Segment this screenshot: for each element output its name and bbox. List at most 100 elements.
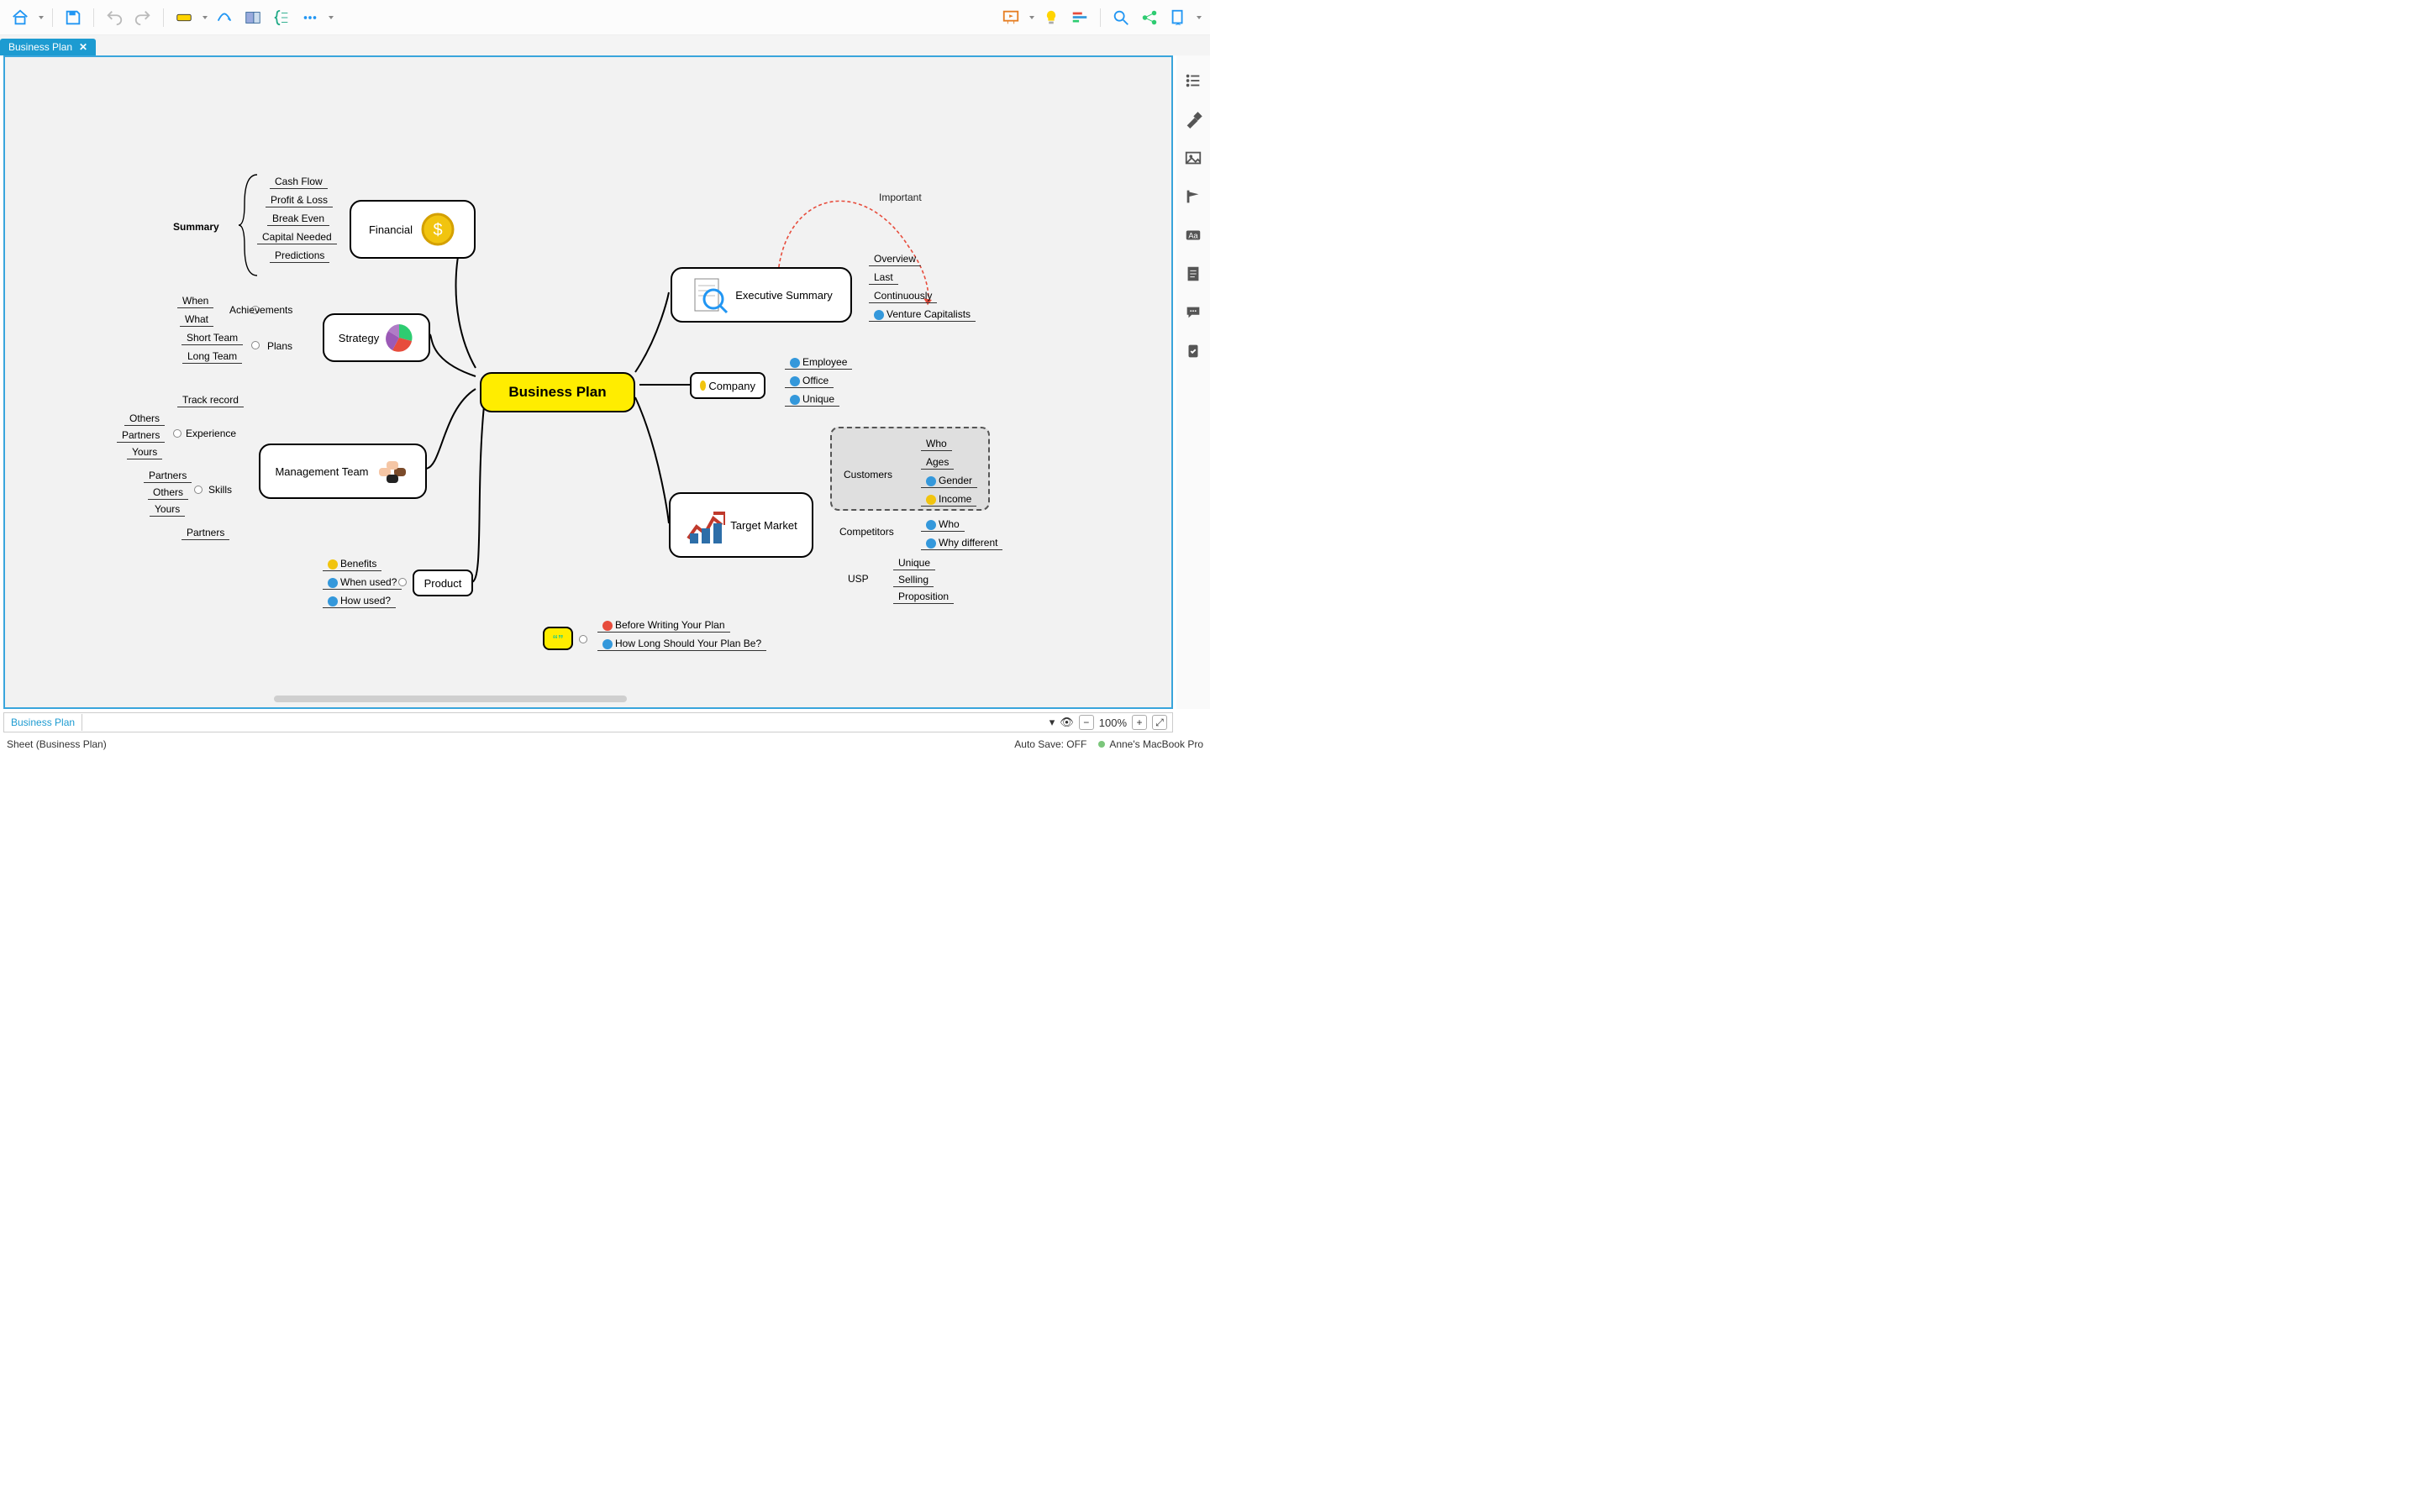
leaf[interactable]: Yours — [127, 445, 162, 459]
save-icon[interactable] — [61, 6, 85, 29]
leaf[interactable]: Track record — [177, 393, 244, 407]
group-experience[interactable]: Experience — [186, 428, 236, 439]
horizontal-scrollbar[interactable] — [274, 696, 627, 702]
export-icon[interactable] — [1166, 6, 1190, 29]
idea-icon[interactable] — [1039, 6, 1063, 29]
leaf[interactable]: How used? — [323, 594, 396, 608]
leaf[interactable]: Proposition — [893, 590, 954, 604]
tab-title: Business Plan — [8, 41, 72, 53]
leaf[interactable]: Employee — [785, 355, 852, 370]
sheet-tab[interactable]: Business Plan — [4, 714, 82, 731]
sync-status-icon — [1098, 741, 1105, 748]
zoom-in-button[interactable]: + — [1132, 715, 1147, 730]
leaf[interactable]: Income — [921, 492, 976, 507]
summary-brace-icon[interactable] — [270, 6, 293, 29]
leaf[interactable]: Ages — [921, 455, 954, 470]
document-tab-bar: Business Plan ✕ — [0, 35, 1210, 55]
leaf[interactable]: Selling — [893, 573, 934, 587]
zoom-level: 100% — [1099, 717, 1127, 729]
topic-target-market[interactable]: Target Market — [669, 492, 813, 558]
group-plans[interactable]: Plans — [267, 340, 292, 352]
sheet-bar: Business Plan ▾ 👁 − 100% + ⤢ — [3, 712, 1173, 732]
leaf[interactable]: Long Team — [182, 349, 242, 364]
close-icon[interactable]: ✕ — [79, 41, 87, 53]
leaf[interactable]: Others — [148, 486, 188, 500]
relationship-label[interactable]: Important — [879, 192, 922, 203]
topic-executive-summary[interactable]: Executive Summary — [671, 267, 852, 323]
leaf[interactable]: Partners — [144, 469, 192, 483]
leaf[interactable]: Benefits — [323, 557, 381, 571]
leaf[interactable]: Last — [869, 270, 898, 285]
home-icon[interactable] — [8, 6, 32, 29]
more-icon[interactable] — [298, 6, 322, 29]
leaf[interactable]: Gender — [921, 474, 977, 488]
image-icon[interactable] — [1183, 148, 1203, 168]
group-achievements[interactable]: Achievements — [229, 304, 292, 316]
leaf[interactable]: Capital Needed — [257, 230, 337, 244]
summary-label: Summary — [173, 221, 219, 233]
topic-strategy[interactable]: Strategy — [323, 313, 430, 362]
leaf[interactable]: When — [177, 294, 213, 308]
undo-icon[interactable] — [103, 6, 126, 29]
svg-text:Aa: Aa — [1188, 232, 1198, 240]
group-skills[interactable]: Skills — [208, 484, 232, 496]
topic-management[interactable]: Management Team — [259, 444, 427, 499]
leaf[interactable]: What — [180, 312, 213, 327]
leaf[interactable]: Short Team — [182, 331, 243, 345]
center-topic[interactable]: Business Plan — [480, 372, 635, 412]
zoom-out-button[interactable]: − — [1079, 715, 1094, 730]
redo-icon[interactable] — [131, 6, 155, 29]
comments-icon[interactable] — [1183, 302, 1203, 323]
leaf[interactable]: How Long Should Your Plan Be? — [597, 637, 766, 651]
group-customers[interactable]: Customers — [844, 469, 892, 480]
floating-topic[interactable]: “” — [543, 627, 573, 650]
filter-icon[interactable]: ▾ — [1050, 716, 1055, 729]
device-name: Anne's MacBook Pro — [1109, 738, 1203, 750]
fit-button[interactable]: ⤢ — [1152, 715, 1167, 730]
leaf[interactable]: Who — [921, 437, 952, 451]
canvas[interactable]: Business Plan Financial $ Cash Flow Prof… — [3, 55, 1173, 709]
autosave-status: Auto Save: OFF — [1014, 738, 1086, 750]
task-icon[interactable] — [1183, 341, 1203, 361]
notes-icon[interactable] — [1183, 264, 1203, 284]
boundary-icon[interactable] — [241, 6, 265, 29]
leaf[interactable]: Yours — [150, 502, 185, 517]
visibility-icon[interactable]: 👁 — [1060, 716, 1074, 729]
leaf[interactable]: Why different — [921, 536, 1002, 550]
document-tab[interactable]: Business Plan ✕ — [0, 39, 96, 55]
status-bar: Sheet (Business Plan) Auto Save: OFF Ann… — [3, 736, 1207, 753]
main-toolbar — [0, 0, 1210, 35]
topic-icon[interactable] — [172, 6, 196, 29]
topic-financial[interactable]: Financial $ — [350, 200, 476, 259]
leaf[interactable]: Overview — [869, 252, 921, 266]
relationship-icon[interactable] — [213, 6, 236, 29]
presentation-icon[interactable] — [999, 6, 1023, 29]
leaf[interactable]: Others — [124, 412, 165, 426]
leaf[interactable]: Partners — [117, 428, 165, 443]
leaf[interactable]: Predictions — [270, 249, 329, 263]
topic-company[interactable]: Company — [690, 372, 765, 399]
leaf[interactable]: Cash Flow — [270, 175, 328, 189]
gantt-icon[interactable] — [1068, 6, 1092, 29]
leaf[interactable]: Who — [921, 517, 965, 532]
leaf[interactable]: Office — [785, 374, 834, 388]
format-icon[interactable] — [1183, 109, 1203, 129]
leaf[interactable]: Profit & Loss — [266, 193, 333, 207]
leaf[interactable]: Break Even — [267, 212, 329, 226]
outline-icon[interactable] — [1183, 71, 1203, 91]
leaf[interactable]: Unique — [785, 392, 839, 407]
share-icon[interactable] — [1138, 6, 1161, 29]
sheet-name: Sheet (Business Plan) — [7, 738, 107, 750]
leaf[interactable]: Venture Capitalists — [869, 307, 976, 322]
group-usp[interactable]: USP — [848, 573, 869, 585]
topic-product[interactable]: Product — [413, 570, 473, 596]
search-icon[interactable] — [1109, 6, 1133, 29]
leaf[interactable]: Unique — [893, 556, 935, 570]
group-competitors[interactable]: Competitors — [839, 526, 894, 538]
leaf[interactable]: When used? — [323, 575, 402, 590]
leaf[interactable]: Before Writing Your Plan — [597, 618, 730, 633]
leaf[interactable]: Partners — [182, 526, 229, 540]
leaf[interactable]: Continuously — [869, 289, 937, 303]
marker-icon[interactable] — [1183, 186, 1203, 207]
font-icon[interactable]: Aa — [1183, 225, 1203, 245]
